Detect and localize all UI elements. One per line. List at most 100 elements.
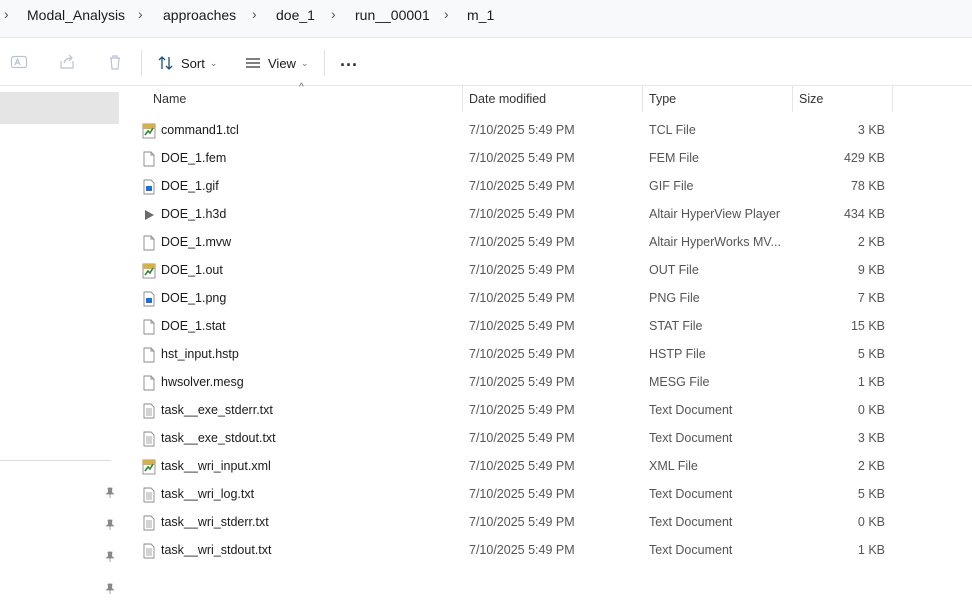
file-row[interactable]: hwsolver.mesg 7/10/2025 5:49 PM MESG File 1…	[134, 368, 894, 396]
file-row[interactable]: DOE_1.fem 7/10/2025 5:49 PM FEM File 429 KB	[134, 144, 894, 172]
file-row[interactable]: task__wri_stdout.txt 7/10/2025 5:49 PM Tex…	[134, 536, 894, 564]
file-type: Text Document	[649, 403, 733, 417]
file-date-modified: 7/10/2025 5:49 PM	[469, 235, 575, 249]
column-header-size[interactable]: Size	[799, 86, 823, 112]
chevron-right-icon[interactable]: ›	[444, 6, 449, 22]
chevron-right-icon[interactable]: ›	[252, 6, 257, 22]
file-type: HSTP File	[649, 347, 706, 361]
view-button[interactable]: View ⌄	[244, 50, 309, 76]
chevron-right-icon[interactable]: ›	[4, 6, 9, 22]
file-name: DOE_1.png	[161, 291, 227, 305]
script-file-icon	[142, 263, 156, 279]
chevron-right-icon[interactable]: ›	[138, 6, 143, 22]
chevron-right-icon[interactable]: ›	[331, 6, 336, 22]
share-icon[interactable]	[58, 53, 76, 71]
file-row[interactable]: task__wri_log.txt 7/10/2025 5:49 PM Text D…	[134, 480, 894, 508]
file-type: XML File	[649, 459, 698, 473]
breadcrumb-item-approaches[interactable]: approaches	[163, 7, 236, 23]
pin-icon[interactable]	[103, 518, 117, 532]
file-type: PNG File	[649, 291, 700, 305]
chevron-down-icon: ⌄	[300, 57, 309, 68]
breadcrumb-item-run-00001[interactable]: run__00001	[355, 7, 430, 23]
file-row[interactable]: DOE_1.png 7/10/2025 5:49 PM PNG File 7 KB	[134, 284, 894, 312]
file-row[interactable]: DOE_1.out 7/10/2025 5:49 PM OUT File 9 KB	[134, 256, 894, 284]
file-row[interactable]: task__exe_stderr.txt 7/10/2025 5:49 PM Tex…	[134, 396, 894, 424]
file-size: 5 KB	[857, 487, 885, 501]
sort-label: Sort	[181, 55, 205, 71]
file-size: 1 KB	[857, 375, 885, 389]
file-name: DOE_1.fem	[161, 151, 227, 165]
column-header-date[interactable]: Date modified	[469, 86, 546, 112]
file-type: STAT File	[649, 319, 703, 333]
blank-file-icon	[143, 319, 155, 335]
file-type: OUT File	[649, 263, 699, 277]
file-date-modified: 7/10/2025 5:49 PM	[469, 207, 575, 221]
play-icon	[145, 210, 154, 220]
text-file-icon	[143, 487, 155, 503]
breadcrumb-item-modal-analysis[interactable]: Modal_Analysis	[27, 7, 125, 23]
sort-button[interactable]: Sort ⌄	[157, 50, 217, 76]
file-type: Text Document	[649, 515, 733, 529]
rename-icon[interactable]	[10, 53, 28, 71]
file-size: 78 KB	[850, 179, 885, 193]
file-name: DOE_1.h3d	[161, 207, 227, 221]
file-size: 7 KB	[857, 291, 885, 305]
file-date-modified: 7/10/2025 5:49 PM	[469, 403, 575, 417]
view-label: View	[268, 55, 296, 71]
breadcrumb-item-m-1[interactable]: m_1	[467, 7, 494, 23]
file-type: Altair HyperView Player	[649, 207, 781, 221]
file-name: DOE_1.out	[161, 263, 223, 277]
blank-file-icon	[143, 235, 155, 251]
file-row[interactable]: task__wri_input.xml 7/10/2025 5:49 PM XML …	[134, 452, 894, 480]
file-row[interactable]: DOE_1.gif 7/10/2025 5:49 PM GIF File 78 KB	[134, 172, 894, 200]
file-date-modified: 7/10/2025 5:49 PM	[469, 291, 575, 305]
command-bar: Sort ⌄ View ⌄ ...	[0, 38, 972, 86]
column-divider[interactable]	[462, 86, 463, 112]
file-row[interactable]: command1.tcl 7/10/2025 5:49 PM TCL File 3 K…	[134, 116, 894, 144]
text-file-icon	[143, 431, 155, 447]
file-row[interactable]: DOE_1.stat 7/10/2025 5:49 PM STAT File 15 K…	[134, 312, 894, 340]
toolbar-divider	[141, 50, 142, 76]
file-type: GIF File	[649, 179, 694, 193]
blank-file-icon	[143, 151, 155, 167]
toolbar-divider	[324, 50, 325, 76]
column-header-name[interactable]: Name	[153, 86, 186, 112]
sort-ascending-caret-icon: ^	[299, 82, 304, 93]
file-date-modified: 7/10/2025 5:49 PM	[469, 543, 575, 557]
image-file-icon	[143, 291, 155, 307]
file-name: DOE_1.mvw	[161, 235, 232, 249]
file-type: Text Document	[649, 543, 733, 557]
file-row[interactable]: DOE_1.h3d 7/10/2025 5:49 PM Altair HyperVi…	[134, 200, 894, 228]
nav-item-selected[interactable]	[0, 92, 119, 124]
file-date-modified: 7/10/2025 5:49 PM	[469, 487, 575, 501]
pin-icon[interactable]	[103, 582, 117, 596]
file-date-modified: 7/10/2025 5:49 PM	[469, 347, 575, 361]
file-row[interactable]: hst_input.hstp 7/10/2025 5:49 PM HSTP File…	[134, 340, 894, 368]
file-type: Altair HyperWorks MV...	[649, 235, 781, 249]
text-file-icon	[143, 515, 155, 531]
file-date-modified: 7/10/2025 5:49 PM	[469, 151, 575, 165]
more-options-button[interactable]: ...	[340, 50, 358, 71]
pin-icon[interactable]	[103, 550, 117, 564]
file-size: 0 KB	[857, 403, 885, 417]
file-row[interactable]: task__exe_stdout.txt 7/10/2025 5:49 PM Tex…	[134, 424, 894, 452]
text-file-icon	[143, 543, 155, 559]
delete-icon[interactable]	[106, 53, 124, 71]
file-date-modified: 7/10/2025 5:49 PM	[469, 123, 575, 137]
file-size: 0 KB	[857, 515, 885, 529]
file-row[interactable]: task__wri_stderr.txt 7/10/2025 5:49 PM Tex…	[134, 508, 894, 536]
column-divider[interactable]	[792, 86, 793, 112]
file-size: 15 KB	[850, 319, 885, 333]
file-type: Text Document	[649, 487, 733, 501]
column-divider[interactable]	[892, 86, 893, 112]
column-header-type[interactable]: Type	[649, 86, 676, 112]
file-date-modified: 7/10/2025 5:49 PM	[469, 459, 575, 473]
image-file-icon	[143, 179, 155, 195]
file-row[interactable]: DOE_1.mvw 7/10/2025 5:49 PM Altair HyperWo…	[134, 228, 894, 256]
breadcrumb-item-doe-1[interactable]: doe_1	[276, 7, 315, 23]
column-divider[interactable]	[642, 86, 643, 112]
pin-icon[interactable]	[103, 486, 117, 500]
sort-icon	[158, 56, 173, 70]
file-name: task__exe_stderr.txt	[161, 403, 273, 417]
breadcrumb: › Modal_Analysis › approaches › doe_1 › …	[0, 0, 972, 38]
